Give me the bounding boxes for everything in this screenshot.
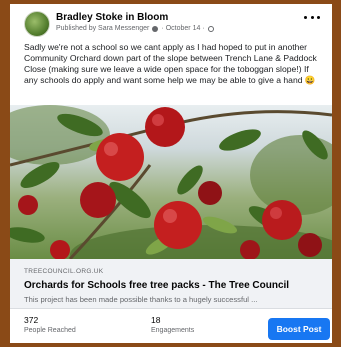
apple-tree-photo xyxy=(10,105,332,259)
post-meta: Published by Sara Messenger · October 14… xyxy=(56,25,214,32)
separator-dot: · xyxy=(161,25,164,32)
link-description[interactable]: This project has been made possible than… xyxy=(24,295,257,304)
stat-engagements[interactable]: 18 Engagements xyxy=(151,315,194,334)
link-source[interactable]: TREECOUNCIL.ORG.UK xyxy=(24,268,103,275)
page-avatar[interactable] xyxy=(24,11,50,37)
post-header: Bradley Stoke in Bloom Published by Sara… xyxy=(10,4,332,40)
boost-post-button[interactable]: Boost Post xyxy=(268,318,330,340)
post-card: Bradley Stoke in Bloom Published by Sara… xyxy=(10,4,332,343)
published-by: Published by Sara Messenger xyxy=(56,25,150,32)
info-icon xyxy=(152,25,159,32)
link-title[interactable]: Orchards for Schools free tree packs - T… xyxy=(24,280,289,291)
stat-people-reached[interactable]: 372 People Reached xyxy=(24,315,76,334)
globe-icon xyxy=(207,25,214,32)
separator-dot: · xyxy=(202,25,205,32)
link-image[interactable] xyxy=(10,105,332,259)
page-name[interactable]: Bradley Stoke in Bloom xyxy=(56,12,168,23)
people-reached-value: 372 xyxy=(24,315,39,325)
post-date[interactable]: October 14 xyxy=(166,25,201,32)
post-text: Sadly we're not a school so we cant appl… xyxy=(24,42,317,85)
engagements-label: Engagements xyxy=(151,327,195,334)
people-reached-label: People Reached xyxy=(24,327,76,334)
divider xyxy=(10,308,332,309)
engagements-value: 18 xyxy=(151,315,161,325)
more-options-icon[interactable] xyxy=(304,12,320,22)
